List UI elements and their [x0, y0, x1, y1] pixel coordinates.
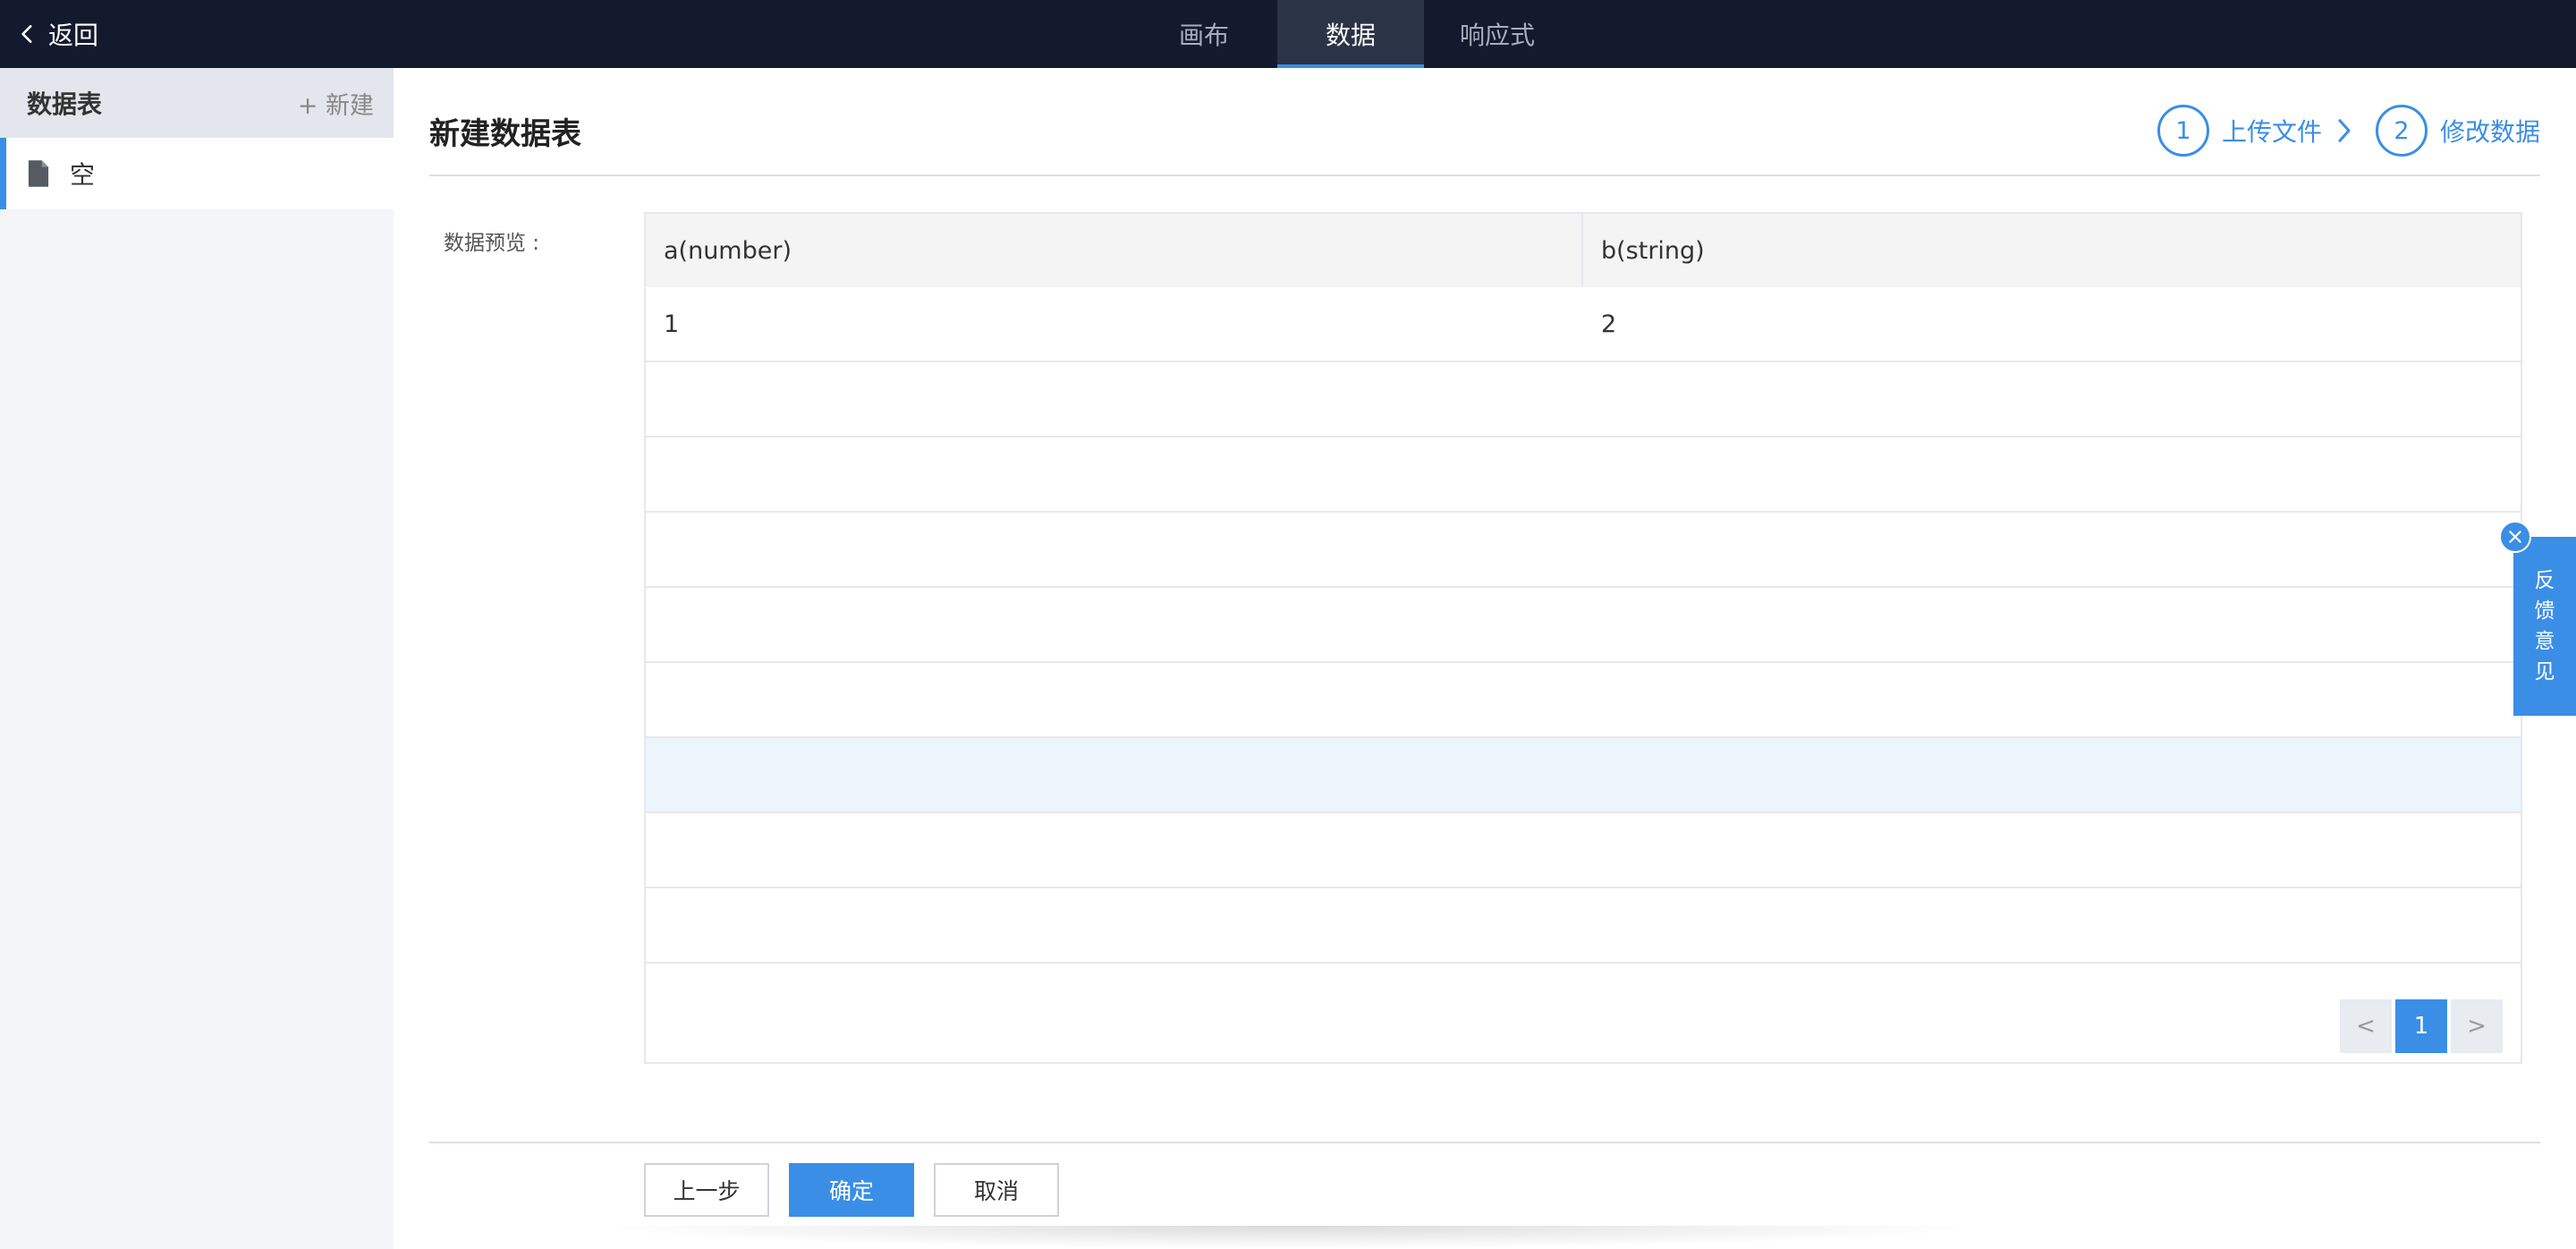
- sidebar-header: 数据表 + 新建: [0, 68, 394, 138]
- confirm-button[interactable]: 确定: [789, 1163, 914, 1217]
- feedback-char: 反: [2534, 569, 2555, 592]
- table-row-empty: [646, 888, 2521, 964]
- table-row-hovered: [646, 738, 2521, 813]
- table-row: 1 2: [646, 287, 2521, 362]
- tab-data[interactable]: 数据: [1277, 0, 1424, 68]
- data-preview-table: a(number) b(string) 1 2 < 1 >: [644, 212, 2522, 1064]
- file-icon: [28, 160, 49, 187]
- bottom-shadow: [590, 1226, 1986, 1249]
- feedback-char: 馈: [2534, 599, 2555, 623]
- chevron-right-icon: [2338, 119, 2351, 142]
- back-label: 返回: [48, 21, 99, 50]
- table-cell[interactable]: 2: [1583, 287, 2521, 361]
- preview-label: 数据预览 :: [444, 232, 540, 255]
- new-table-button[interactable]: + 新建: [298, 86, 374, 121]
- step-1-number: 1: [2157, 105, 2209, 157]
- feedback-close-button[interactable]: [2499, 521, 2531, 553]
- column-header-a: a(number): [646, 214, 1583, 287]
- table-row-empty: [646, 813, 2521, 888]
- next-page-button[interactable]: >: [2451, 999, 2503, 1053]
- step-indicator: 1 上传文件 2 修改数据: [2157, 104, 2540, 157]
- chevron-left-icon: [21, 25, 32, 43]
- table-header: a(number) b(string): [646, 214, 2521, 287]
- action-buttons: 上一步 确定 取消: [644, 1163, 1059, 1217]
- tab-canvas[interactable]: 画布: [1131, 0, 1277, 68]
- table-row-empty: [646, 588, 2521, 663]
- close-icon: [2509, 531, 2521, 543]
- table-cell[interactable]: 1: [646, 287, 1583, 361]
- table-row-empty: [646, 438, 2521, 513]
- prev-step-button[interactable]: 上一步: [644, 1163, 769, 1217]
- footer-divider: [429, 1142, 2540, 1143]
- sidebar-item-label: 空: [70, 160, 96, 190]
- back-button[interactable]: 返回: [16, 0, 98, 68]
- top-tabs: 画布 数据 响应式: [1131, 0, 1571, 68]
- step-1-label: 上传文件: [2221, 117, 2322, 147]
- table-row-empty: [646, 663, 2521, 738]
- step-2-label: 修改数据: [2439, 117, 2540, 147]
- feedback-button[interactable]: 反 馈 意 见: [2513, 537, 2576, 716]
- top-bar: 返回 画布 数据 响应式: [0, 0, 2576, 68]
- page-button-current[interactable]: 1: [2395, 999, 2447, 1053]
- sidebar: 数据表 + 新建 空: [0, 68, 394, 1249]
- sidebar-item-empty[interactable]: 空: [0, 138, 394, 209]
- pagination: < 1 >: [2340, 999, 2503, 1053]
- tab-responsive[interactable]: 响应式: [1424, 0, 1571, 68]
- prev-page-button[interactable]: <: [2340, 999, 2392, 1053]
- feedback-char: 见: [2534, 660, 2555, 684]
- page-title: 新建数据表: [429, 116, 581, 152]
- sidebar-title: 数据表: [27, 89, 103, 119]
- cancel-button[interactable]: 取消: [934, 1163, 1059, 1217]
- header-divider: [429, 174, 2540, 176]
- table-row-empty: [646, 513, 2521, 588]
- column-header-b: b(string): [1601, 236, 1705, 265]
- feedback-char: 意: [2534, 630, 2555, 653]
- table-body: 1 2: [646, 287, 2521, 964]
- step-2-number: 2: [2375, 105, 2428, 157]
- table-row-empty: [646, 362, 2521, 438]
